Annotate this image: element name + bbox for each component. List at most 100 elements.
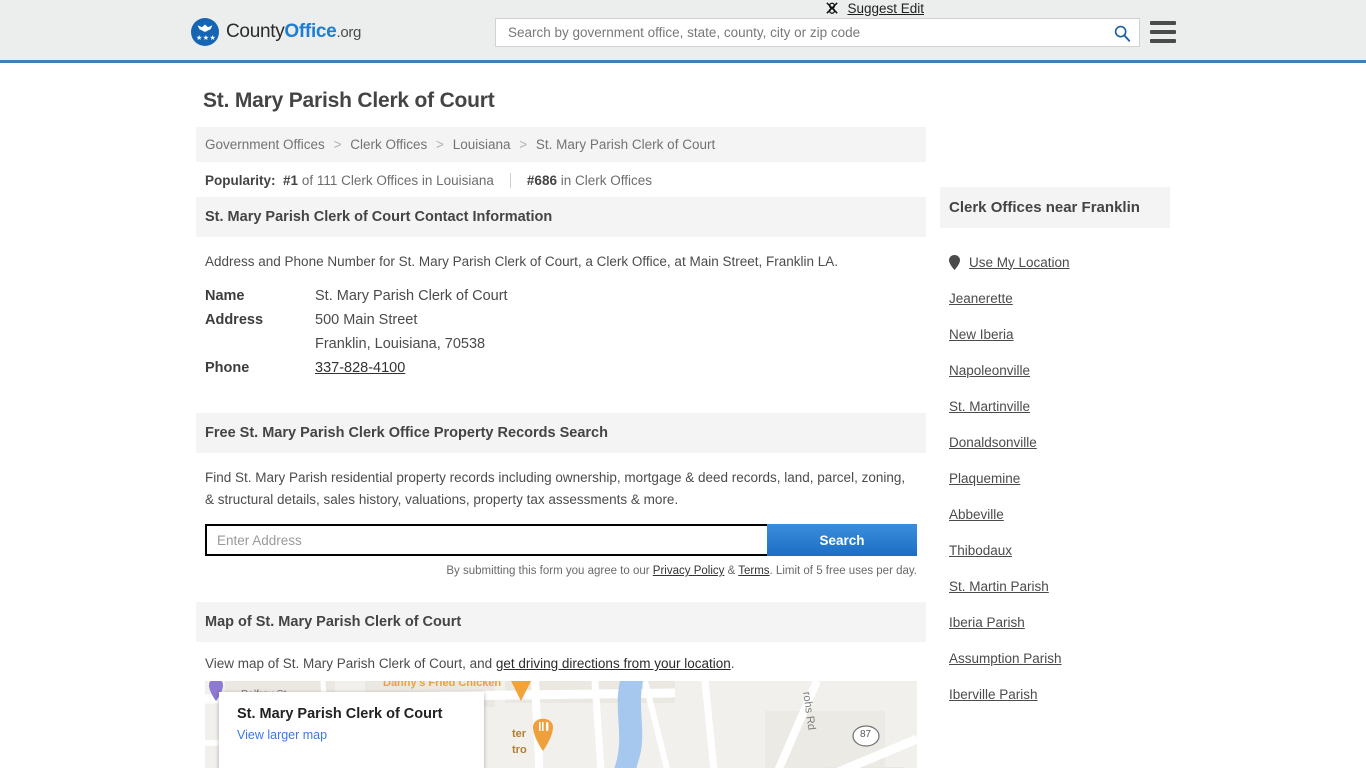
contact-section-body: Address and Phone Number for St. Mary Pa… [196,1,926,380]
driving-directions-link[interactable]: get driving directions from your locatio… [496,656,731,671]
logo-text-office: Office [284,21,337,42]
address-input[interactable] [205,524,767,556]
suggest-edit-button[interactable]: Suggest Edit [825,1,924,16]
legal-prefix: By submitting this form you agree to our [446,565,653,577]
sidebar-link[interactable]: Iberville Parish [949,687,1038,702]
hamburger-menu-icon[interactable] [1150,21,1176,43]
eagle-icon [197,24,213,32]
sidebar-item-abbeville[interactable]: Abbeville [949,496,1170,532]
sidebar-link[interactable]: Assumption Parish [949,651,1062,666]
popularity-state-suffix: of 111 Clerk Offices in Louisiana [298,173,494,188]
hamburger-bar-3 [1150,39,1176,43]
contact-value-phone[interactable]: 337-828-4100 [315,360,405,376]
sidebar-heading: Clerk Offices near Franklin [940,187,1170,228]
contact-label-name: Name [205,288,245,304]
popularity-national-rank: #686 [526,173,557,188]
map-poi-label-tro: tro [512,744,527,756]
sidebar-item-napoleonville[interactable]: Napoleonville [949,352,1170,388]
sidebar-item-iberia-parish[interactable]: Iberia Parish [949,604,1170,640]
sidebar-link[interactable]: Plaquemine [949,471,1020,486]
map-pin-icon [949,254,960,270]
main-content: St. Mary Parish Clerk of Court Governmen… [196,1,926,768]
sidebar-item-iberville-parish[interactable]: Iberville Parish [949,676,1170,712]
contact-label-address: Address [205,312,264,328]
sidebar-item-use-my-location[interactable]: Use My Location [949,244,1170,280]
contact-label-blank [205,332,315,356]
sidebar-item-jeanerette[interactable]: Jeanerette [949,280,1170,316]
map-embed[interactable]: Palfrey St Danny's Fried Chicken ter tro… [205,681,917,768]
breadcrumb-item-government-offices[interactable]: Government Offices [205,137,325,152]
sidebar-item-assumption-parish[interactable]: Assumption Parish [949,640,1170,676]
sidebar-item-new-iberia[interactable]: New Iberia [949,316,1170,352]
breadcrumb-separator: > [436,137,444,152]
sidebar-list: Use My Location Jeanerette New Iberia Na… [940,228,1170,712]
contact-value-name: St. Mary Parish Clerk of Court [315,288,508,304]
property-section-heading: Free St. Mary Parish Clerk Office Proper… [196,413,926,453]
contact-value-address-line1: 500 Main Street [315,312,418,328]
view-larger-map-link[interactable]: View larger map [237,728,484,742]
contact-table: Name St. Mary Parish Clerk of Court Addr… [205,284,917,380]
hamburger-bar-1 [1150,21,1176,25]
site-logo[interactable]: ★★★ CountyOffice.org [191,18,361,46]
popularity-national-suffix: in Clerk Offices [556,173,652,188]
legal-disclaimer: By submitting this form you agree to our… [205,565,917,577]
popularity-state-rank: #1 [283,173,299,188]
breadcrumb-separator: > [519,137,528,152]
popularity-label: Popularity: [205,173,276,188]
map-description: View map of St. Mary Parish Clerk of Cou… [205,656,917,671]
sidebar-link[interactable]: Donaldsonville [949,435,1037,450]
map-info-card[interactable]: St. Mary Parish Clerk of Court View larg… [219,692,484,768]
eagle-shield-logo-icon: ★★★ [191,18,219,46]
breadcrumb: Government Offices > Clerk Offices > Lou… [196,127,926,162]
breadcrumb-item-current: St. Mary Parish Clerk of Court [535,137,716,152]
table-row: Phone 337-828-4100 [205,356,917,380]
sidebar-item-st-martin-parish[interactable]: St. Martin Parish [949,568,1170,604]
popularity-row: Popularity: #1 of 111 Clerk Offices in L… [196,162,926,197]
sidebar-item-st-martinville[interactable]: St. Martinville [949,388,1170,424]
breadcrumb-item-clerk-offices[interactable]: Clerk Offices [350,137,427,152]
sidebar-link[interactable]: St. Martinville [949,399,1030,414]
sidebar-link[interactable]: Abbeville [949,507,1004,522]
search-icon[interactable] [1113,24,1131,42]
property-search-button[interactable]: Search [767,524,917,556]
map-section-heading: Map of St. Mary Parish Clerk of Court [196,602,926,642]
sidebar-link[interactable]: St. Martin Parish [949,579,1049,594]
page-title: St. Mary Parish Clerk of Court [203,89,495,112]
popularity-divider [509,173,511,188]
terms-link[interactable]: Terms [738,565,769,577]
contact-label-phone: Phone [205,360,250,376]
logo-text-county: County [226,21,285,42]
site-header: ★★★ CountyOffice.org [0,0,1366,63]
hamburger-bar-2 [1150,30,1176,34]
privacy-policy-link[interactable]: Privacy Policy [653,565,725,577]
sidebar-link[interactable]: Jeanerette [949,291,1013,306]
contact-value-address-line2: Franklin, Louisiana, 70538 [315,336,486,352]
breadcrumb-item-louisiana[interactable]: Louisiana [453,137,511,152]
map-highway-number: 87 [860,729,872,740]
map-description-prefix: View map of St. Mary Parish Clerk of Cou… [205,656,496,671]
property-search-row: Search [205,524,917,556]
table-row: Franklin, Louisiana, 70538 [205,332,917,356]
contact-section-heading: St. Mary Parish Clerk of Court Contact I… [196,197,926,237]
sidebar-link[interactable]: New Iberia [949,327,1014,342]
global-search-box[interactable] [495,18,1140,47]
stars-icon: ★★★ [196,35,217,42]
legal-suffix: . Limit of 5 free uses per day. [769,565,917,577]
logo-text: CountyOffice.org [226,21,361,43]
sidebar-use-my-location-label[interactable]: Use My Location [969,255,1070,270]
map-section-body: View map of St. Mary Parish Clerk of Cou… [196,642,926,671]
sidebar-link[interactable]: Thibodaux [949,543,1012,558]
sidebar-item-thibodaux[interactable]: Thibodaux [949,532,1170,568]
sidebar-link[interactable]: Napoleonville [949,363,1030,378]
suggest-edit-label: Suggest Edit [847,1,924,16]
sidebar-item-donaldsonville[interactable]: Donaldsonville [949,424,1170,460]
page-body: St. Mary Parish Clerk of Court Governmen… [0,1,1366,768]
sidebar-link[interactable]: Iberia Parish [949,615,1025,630]
breadcrumb-separator: > [333,137,342,152]
sidebar-item-plaquemine[interactable]: Plaquemine [949,460,1170,496]
sidebar: Clerk Offices near Franklin Use My Locat… [940,63,1170,712]
logo-text-org: .org [336,24,362,41]
property-description: Find St. Mary Parish residential propert… [205,470,906,507]
edit-pencil-icon [826,2,839,14]
search-input[interactable] [506,24,1113,41]
